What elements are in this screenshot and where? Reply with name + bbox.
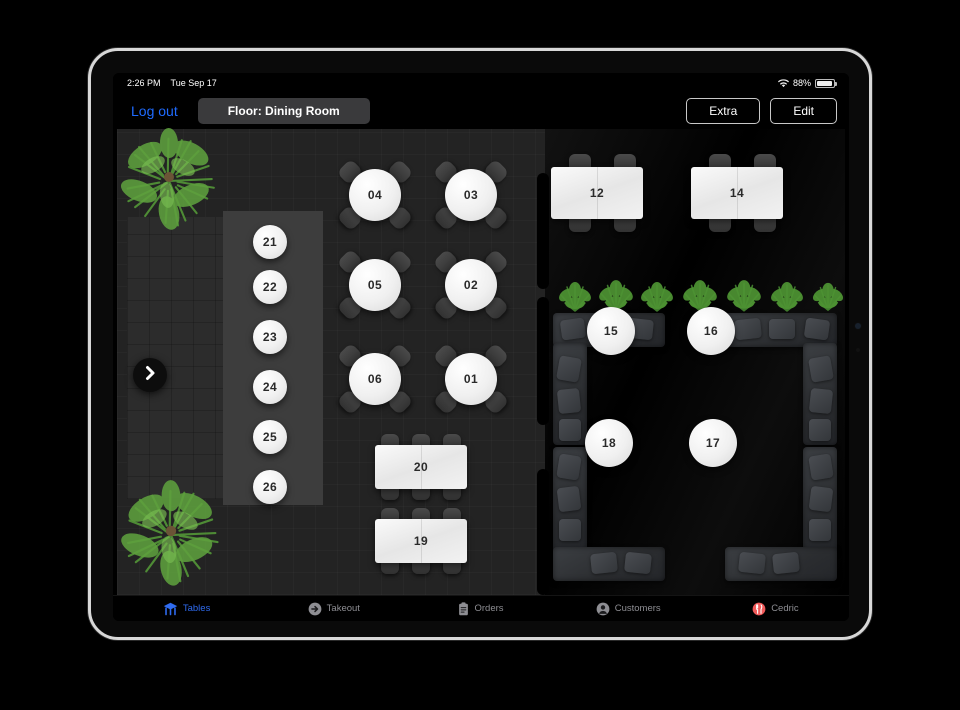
table-23[interactable]: 23 xyxy=(253,320,287,354)
divider-wall-bottom xyxy=(537,469,549,595)
takeout-icon xyxy=(308,602,322,616)
front-camera-icon xyxy=(855,323,861,329)
shrub-plant-icon xyxy=(811,281,845,313)
table-20[interactable]: 20 xyxy=(375,434,467,500)
navigation-bar: Log out Floor: Dining Room Extra Edit xyxy=(113,93,849,129)
table-25[interactable]: 25 xyxy=(253,420,287,454)
table-17[interactable]: 17 xyxy=(689,419,737,467)
tab-label: Orders xyxy=(474,603,504,614)
divider-wall-mid xyxy=(537,297,549,425)
table-16[interactable]: 16 xyxy=(687,307,735,355)
table-04[interactable]: 04 xyxy=(336,158,414,232)
bottom-tab-bar: Tables Takeout Orders Customers Cedric xyxy=(113,595,849,621)
tab-label: Tables xyxy=(182,603,211,614)
tablet-screen: 2:26 PM Tue Sep 17 88% Log out Floor: Di… xyxy=(113,73,849,621)
status-date: Tue Sep 17 xyxy=(170,78,217,88)
tab-label: Customers xyxy=(614,603,661,614)
tables-icon xyxy=(163,602,178,616)
table-01[interactable]: 01 xyxy=(432,342,510,416)
battery-icon xyxy=(815,78,837,88)
floor-selector[interactable]: Floor: Dining Room xyxy=(197,98,370,124)
chevron-right-icon xyxy=(144,365,157,386)
floor-carpet-left xyxy=(127,217,223,499)
status-time: 2:26 PM xyxy=(127,78,161,88)
table-12[interactable]: 12 xyxy=(551,154,643,232)
floor-plan-canvas[interactable]: 21 22 23 24 25 26 04 03 05 02 06 01 20 1… xyxy=(113,128,849,595)
table-03[interactable]: 03 xyxy=(432,158,510,232)
tab-customers[interactable]: Customers xyxy=(555,602,702,616)
table-26[interactable]: 26 xyxy=(253,470,287,504)
table-22[interactable]: 22 xyxy=(253,270,287,304)
booth-sofa xyxy=(553,447,665,581)
status-bar: 2:26 PM Tue Sep 17 88% xyxy=(113,73,849,93)
shrub-plant-icon xyxy=(639,281,675,313)
customers-icon xyxy=(596,602,610,616)
table-02[interactable]: 02 xyxy=(432,248,510,322)
extra-button[interactable]: Extra xyxy=(686,98,761,124)
battery-percent: 88% xyxy=(792,78,811,88)
table-15[interactable]: 15 xyxy=(587,307,635,355)
tab-takeout[interactable]: Takeout xyxy=(260,602,407,616)
table-18[interactable]: 18 xyxy=(585,419,633,467)
shrub-plant-icon xyxy=(769,281,805,313)
palm-plant-icon xyxy=(119,477,223,589)
pan-right-button[interactable] xyxy=(133,358,167,392)
table-21[interactable]: 21 xyxy=(253,225,287,259)
tab-orders[interactable]: Orders xyxy=(407,601,554,616)
table-24[interactable]: 24 xyxy=(253,370,287,404)
tab-user-cedric[interactable]: Cedric xyxy=(702,602,849,616)
ambient-sensor-icon xyxy=(856,348,860,352)
tab-tables[interactable]: Tables xyxy=(113,602,260,616)
table-06[interactable]: 06 xyxy=(336,342,414,416)
tablet-device-frame: 2:26 PM Tue Sep 17 88% Log out Floor: Di… xyxy=(88,48,872,640)
user-avatar-icon xyxy=(752,602,766,616)
table-14[interactable]: 14 xyxy=(691,154,783,232)
booth-sofa xyxy=(725,313,837,445)
wifi-icon xyxy=(777,78,789,88)
tab-label: Takeout xyxy=(326,603,360,614)
orders-icon xyxy=(458,601,469,616)
logout-button[interactable]: Log out xyxy=(125,100,184,122)
palm-plant-icon xyxy=(119,125,219,233)
table-05[interactable]: 05 xyxy=(336,248,414,322)
booth-sofa xyxy=(725,447,837,581)
table-19[interactable]: 19 xyxy=(375,508,467,574)
tab-label: Cedric xyxy=(771,603,799,614)
divider-wall-top xyxy=(537,173,549,289)
edit-button[interactable]: Edit xyxy=(770,98,837,124)
